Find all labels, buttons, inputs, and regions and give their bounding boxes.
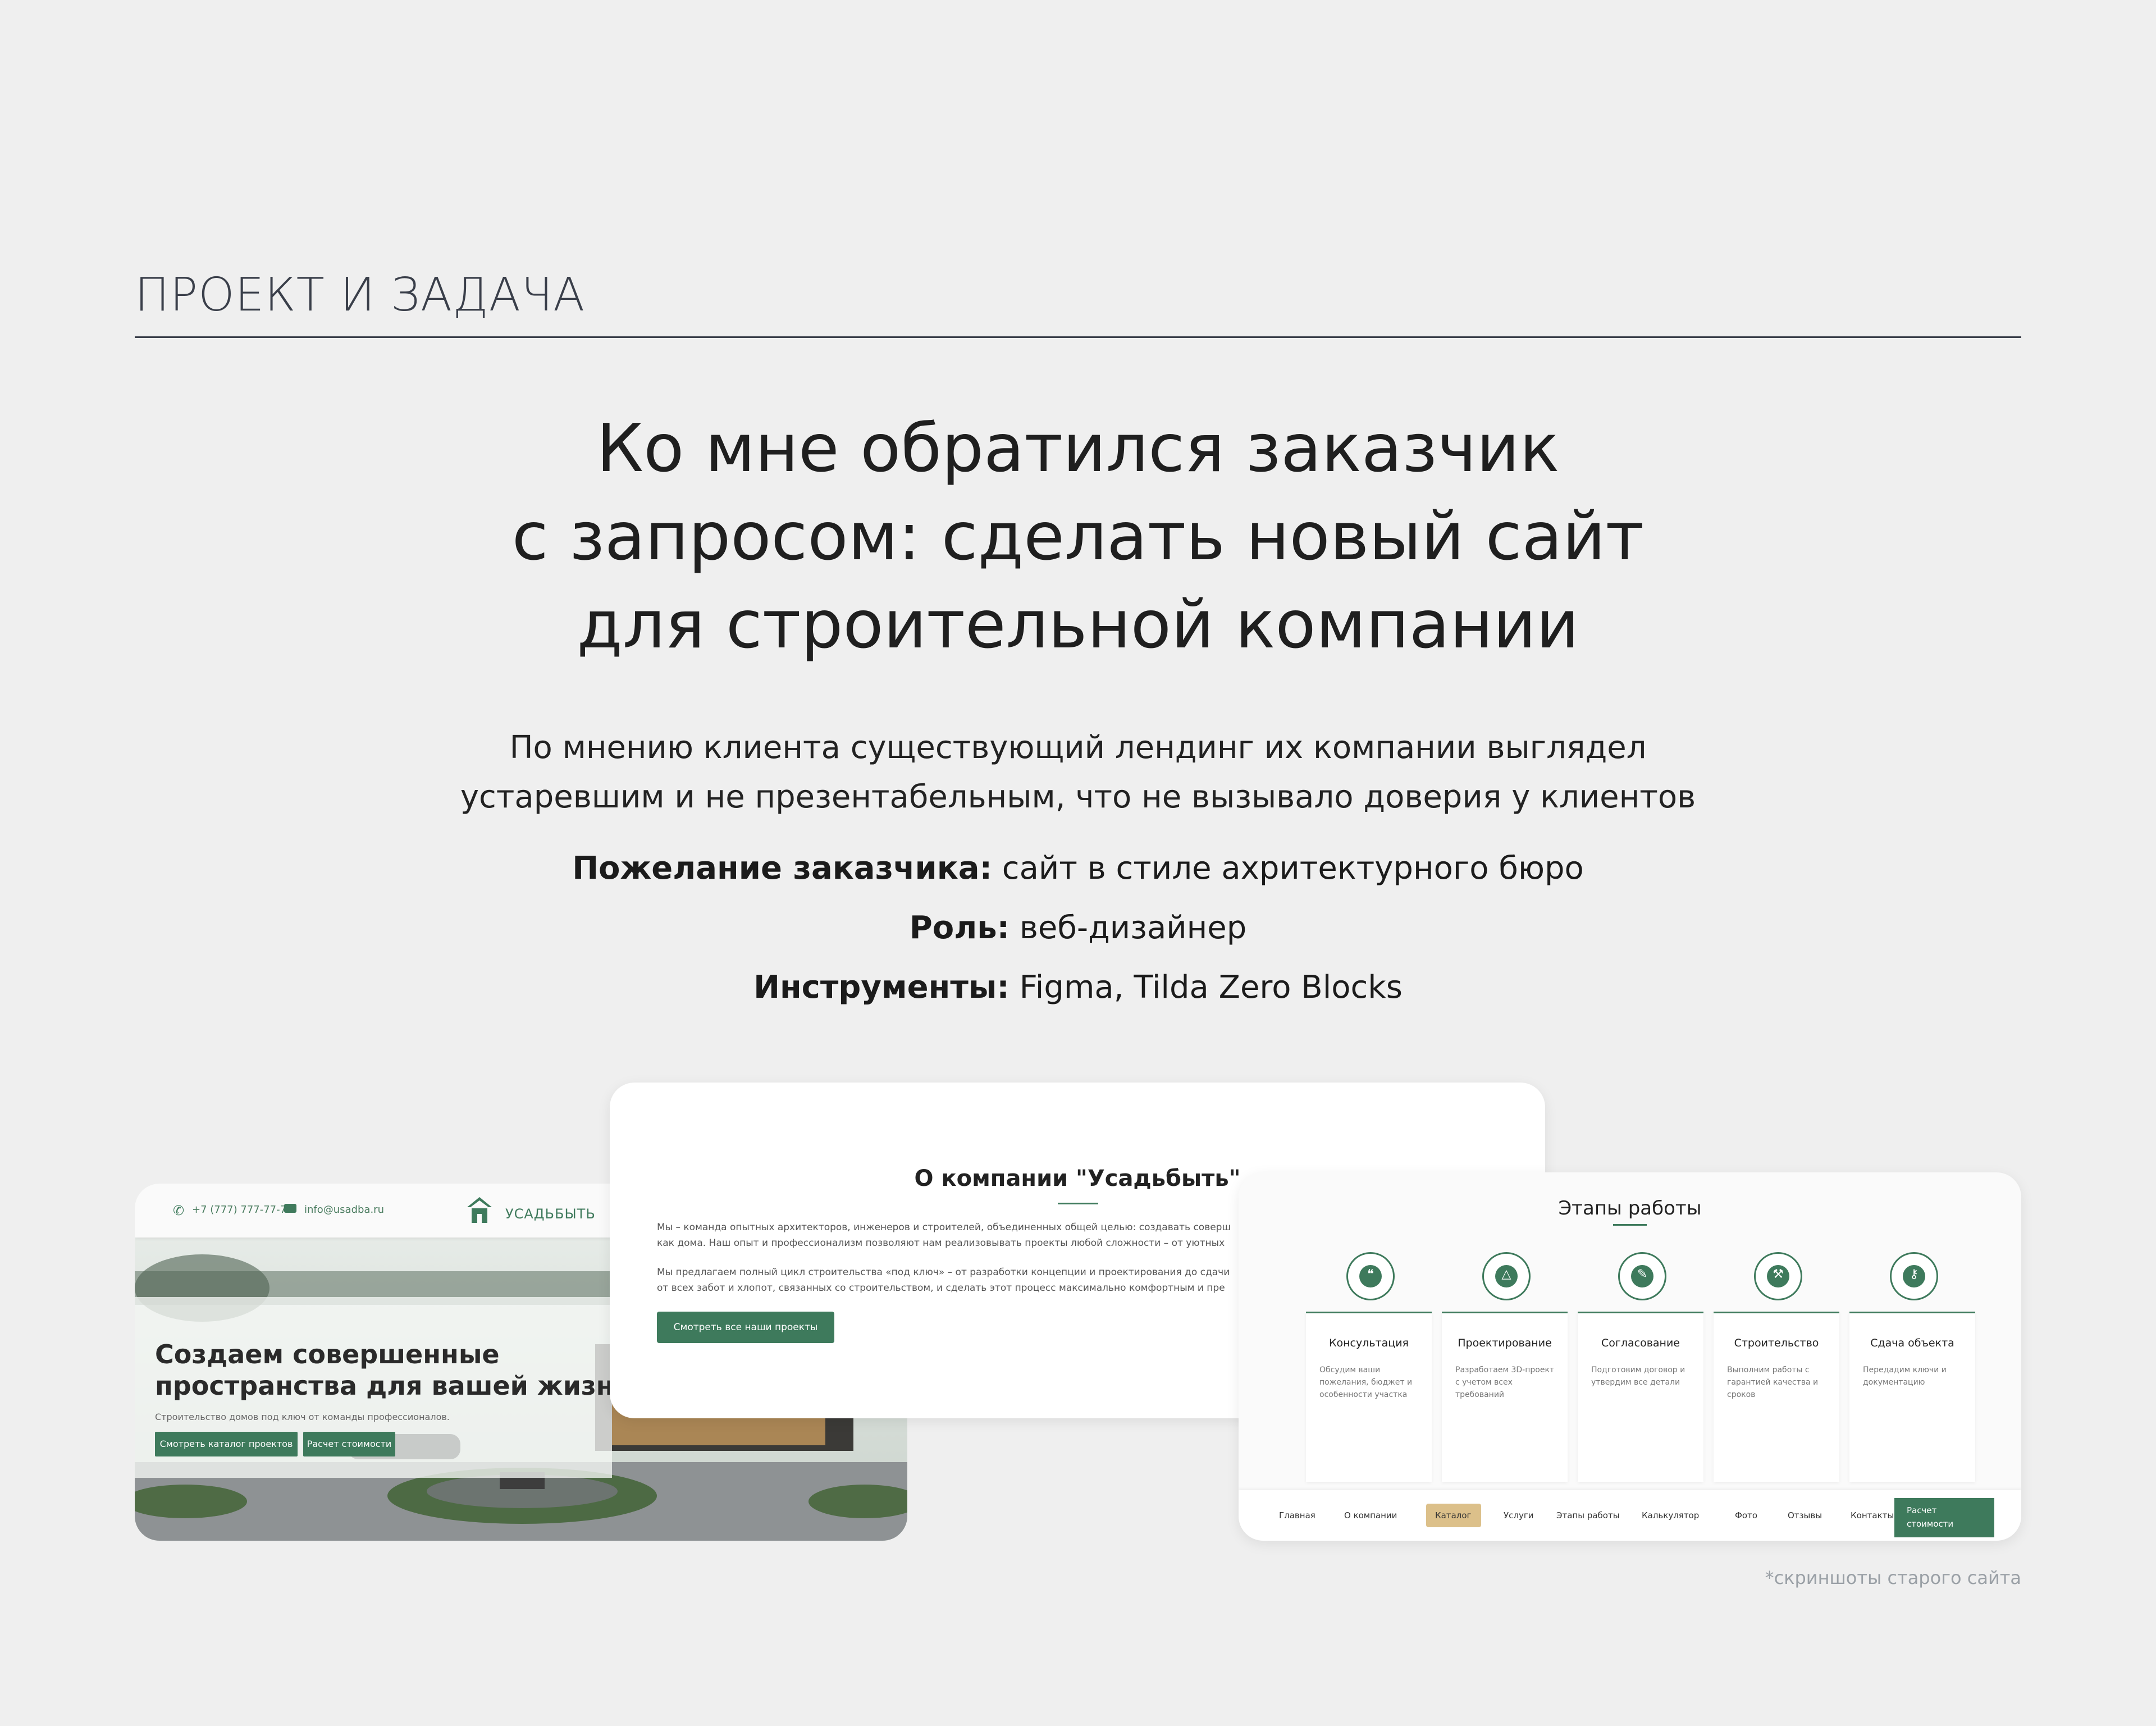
section-title: ПРОЕКТ И ЗАДАЧА <box>135 268 586 322</box>
stage-card: Сдача объекта Передадим ключи и документ… <box>1849 1312 1975 1482</box>
nav-cta-line-1: Расчет <box>1907 1505 1937 1515</box>
old-site-stages-screenshot: Этапы работы Консультация Обсудим ваши п… <box>1239 1172 2021 1541</box>
section-divider <box>135 336 2021 338</box>
stage-text: Обсудим ваши пожелания, бюджет и особенн… <box>1319 1366 1413 1399</box>
calculate-button[interactable]: Расчет стоимости <box>303 1432 395 1456</box>
stage-title: Строительство <box>1734 1337 1819 1349</box>
document-icon: ✎ <box>1618 1252 1666 1300</box>
stage-text: Подготовим договор и утвердим все детали <box>1591 1366 1685 1387</box>
stage-text: Разработаем 3D-проект с учетом всех треб… <box>1455 1366 1555 1399</box>
key-icon: ⚷ <box>1890 1252 1938 1300</box>
site-nav: Главная О компании Каталог Услуги Этапы … <box>1239 1490 2021 1541</box>
intro-line-2: устаревшим и не презентабельным, что не … <box>460 779 1696 815</box>
intro-text: По мнению клиента существующий лендинг и… <box>359 723 1797 822</box>
header-phone[interactable]: +7 (777) 777-77-77 <box>192 1204 293 1216</box>
tools: Инструменты: Figma, Tilda Zero Blocks <box>359 969 1797 1006</box>
stage-title: Консультация <box>1329 1337 1409 1349</box>
role-label: Роль: <box>909 910 1010 946</box>
house-logo-icon <box>467 1197 492 1223</box>
hero-title-line-1: Создаем совершенные <box>155 1339 500 1369</box>
hero-title-line-2: пространства для вашей жизни <box>155 1371 632 1401</box>
nav-item[interactable]: Отзывы <box>1788 1510 1822 1520</box>
tools-label: Инструменты: <box>753 969 1010 1006</box>
headline: Ко мне обратился заказчик с запросом: сд… <box>359 404 1797 669</box>
nav-item[interactable]: Контакты <box>1851 1510 1894 1520</box>
tools-value: Figma, Tilda Zero Blocks <box>1009 969 1403 1006</box>
stages-title-underline <box>1613 1224 1647 1226</box>
all-projects-button[interactable]: Смотреть все наши проекты <box>657 1312 834 1343</box>
phone-icon: ✆ <box>173 1203 185 1218</box>
about-title-underline <box>1058 1203 1098 1204</box>
nav-item[interactable]: Главная <box>1279 1510 1315 1520</box>
nav-calculate-button[interactable]: Расчет стоимости <box>1894 1498 1994 1537</box>
stage-card: Строительство Выполним работы с гарантие… <box>1714 1312 1839 1482</box>
role-value: веб-дизайнер <box>1010 910 1247 946</box>
nav-cta-line-2: стоимости <box>1907 1519 1954 1529</box>
stage-title: Сдача объекта <box>1870 1337 1954 1349</box>
role: Роль: веб-дизайнер <box>359 910 1797 946</box>
headline-line-3: для строительной компании <box>577 586 1579 663</box>
stage-title: Согласование <box>1601 1337 1680 1349</box>
nav-item[interactable]: Фото <box>1735 1510 1757 1520</box>
stage-title: Проектирование <box>1458 1337 1552 1349</box>
stage-text: Передадим ключи и документацию <box>1863 1366 1947 1387</box>
stage-card: Согласование Подготовим договор и утверд… <box>1578 1312 1703 1482</box>
hammer-icon: ⚒ <box>1754 1252 1802 1300</box>
catalog-button[interactable]: Смотреть каталог проектов <box>155 1432 298 1456</box>
nav-item[interactable]: О компании <box>1344 1510 1397 1520</box>
footnote: *скриншоты старого сайта <box>1765 1567 2021 1588</box>
nav-item-active[interactable]: Каталог <box>1435 1510 1471 1520</box>
stage-card: Проектирование Разработаем 3D-проект с у… <box>1442 1312 1568 1482</box>
logo-text[interactable]: УСАДЬБЫТЬ <box>505 1206 596 1222</box>
client-wish: Пожелание заказчика: сайт в стиле ахрите… <box>359 850 1797 887</box>
header-email[interactable]: info@usadba.ru <box>304 1204 384 1216</box>
nav-item[interactable]: Калькулятор <box>1642 1510 1699 1520</box>
stage-text: Выполним работы с гарантией качества и с… <box>1727 1366 1819 1399</box>
headline-line-1: Ко мне обратился заказчик <box>596 409 1560 487</box>
nav-item[interactable]: Услуги <box>1504 1510 1533 1520</box>
chat-icon: ❝ <box>1346 1252 1395 1300</box>
compass-icon: △ <box>1482 1252 1531 1300</box>
mail-icon <box>284 1204 296 1213</box>
client-wish-value: сайт в стиле ахритектурного бюро <box>992 850 1584 887</box>
stage-card: Консультация Обсудим ваши пожелания, бюд… <box>1306 1312 1432 1482</box>
hero-subtitle: Строительство домов под ключ от команды … <box>155 1412 450 1422</box>
intro-line-1: По мнению клиента существующий лендинг и… <box>509 729 1647 766</box>
stages-title: Этапы работы <box>1558 1197 1702 1220</box>
hero-title: Создаем совершенные пространства для ваш… <box>155 1339 632 1401</box>
headline-line-2: с запросом: сделать новый сайт <box>511 497 1645 575</box>
nav-item[interactable]: Этапы работы <box>1556 1510 1620 1520</box>
client-wish-label: Пожелание заказчика: <box>572 850 992 887</box>
